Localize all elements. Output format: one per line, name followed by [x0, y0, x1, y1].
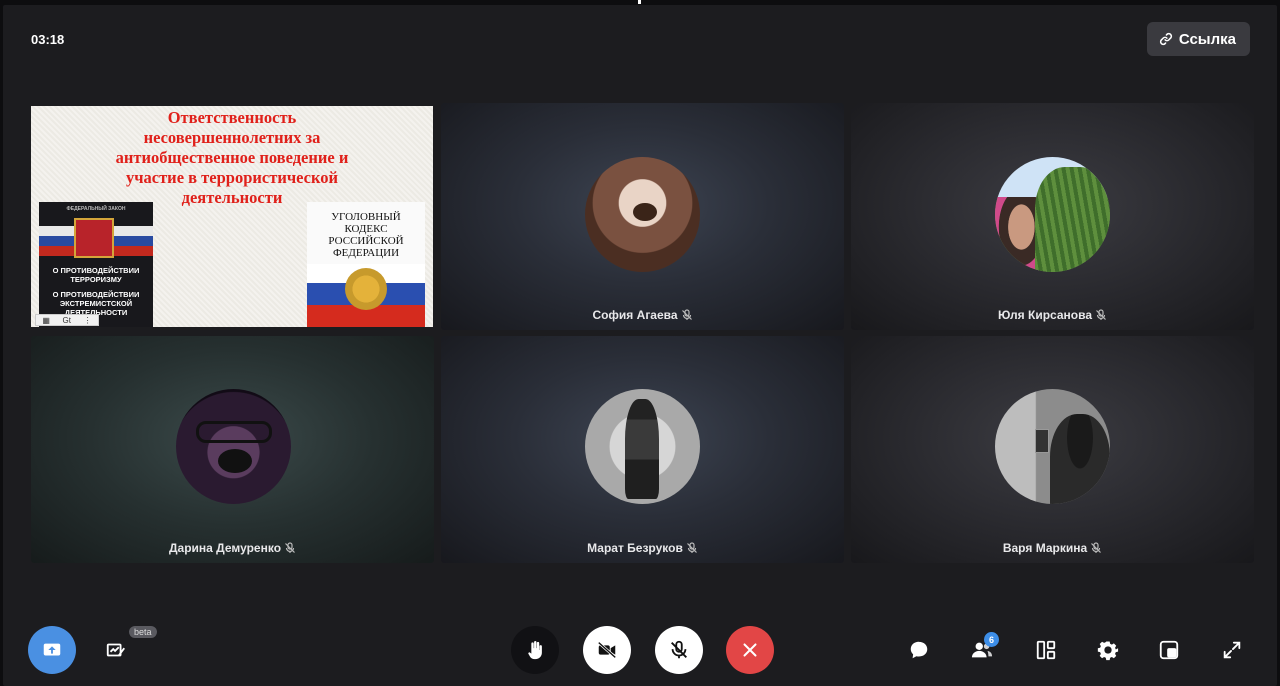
participant-tile[interactable]: Юля Кирсанова: [851, 103, 1254, 330]
book-text: РОССИЙСКОЙ: [328, 235, 404, 247]
participant-name: Юля Кирсанова: [851, 308, 1254, 322]
slide-title: Ответственность несовершеннолетних за ан…: [31, 108, 433, 208]
participant-name: Марат Безруков: [441, 541, 844, 555]
participant-tile[interactable]: Марат Безруков: [441, 336, 844, 563]
participant-name: Дарина Демуренко: [31, 541, 434, 555]
participant-tile[interactable]: Дарина Демуренко: [31, 336, 434, 563]
slide-mini-label: Gt: [62, 315, 71, 325]
participant-name-text: София Агаева: [592, 308, 678, 322]
more-icon[interactable]: ⋮: [84, 316, 92, 325]
layout-icon: [1036, 640, 1056, 660]
participant-name: Варя Маркина: [851, 541, 1254, 555]
raise-hand-button[interactable]: [511, 626, 559, 674]
avatar: [995, 389, 1110, 504]
slide-title-line: участие в террористической: [125, 168, 339, 187]
chat-icon: [910, 641, 928, 659]
muted-mic-icon: [686, 542, 697, 553]
share-screen-button[interactable]: [28, 626, 76, 674]
shared-screen-tile[interactable]: Ответственность несовершеннолетних за ан…: [31, 106, 433, 327]
avatar: [585, 389, 700, 504]
slide-mini-toolbar[interactable]: ▦ Gt ⋮: [35, 314, 99, 326]
avatar: [176, 389, 291, 504]
slide-title-line: антиобщественное поведение и: [115, 148, 349, 167]
chat-button[interactable]: [905, 636, 933, 664]
end-call-button[interactable]: [726, 626, 774, 674]
book-text: О ПРОТИВОДЕЙСТВИИ: [52, 290, 140, 299]
participant-tile[interactable]: Варя Маркина: [851, 336, 1254, 563]
layout-button[interactable]: [1032, 636, 1060, 664]
share-screen-icon: [43, 643, 61, 656]
raise-hand-icon: [528, 641, 542, 660]
criminal-code-title: УГОЛОВНЫЙ КОДЕКС РОССИЙСКОЙ ФЕДЕРАЦИИ: [307, 211, 425, 259]
camera-off-icon: [597, 641, 617, 659]
book-text: ФЕДЕРАЦИИ: [332, 247, 400, 259]
book-text: ТЕРРОРИЗМУ: [70, 275, 122, 284]
emblem-icon: [74, 218, 114, 258]
slide-title-line: несовершеннолетних за: [143, 128, 321, 147]
settings-button[interactable]: [1094, 636, 1122, 664]
fullscreen-icon: [1223, 641, 1241, 659]
participants-count-badge: 6: [984, 632, 999, 647]
fullscreen-button[interactable]: [1218, 636, 1246, 664]
copy-link-button[interactable]: Ссылка: [1146, 22, 1250, 56]
end-call-icon: [743, 643, 757, 657]
mic-off-icon: [671, 640, 687, 659]
slide-grid-icon[interactable]: ▦: [42, 316, 50, 325]
top-marker: [638, 0, 641, 4]
eagle-emblem-icon: [345, 268, 387, 310]
picture-in-picture-button[interactable]: [1155, 636, 1183, 664]
law-book-image: ФЕДЕРАЛЬНЫЙ ЗАКОН О ПРОТИВОДЕЙСТВИИ ТЕРР…: [39, 202, 153, 327]
muted-mic-icon: [681, 309, 692, 320]
book-text: ЭКСТРЕМИСТСКОЙ: [59, 299, 133, 308]
participant-name-text: Юля Кирсанова: [997, 308, 1093, 322]
participant-name-text: Марат Безруков: [587, 541, 683, 555]
book-text: О ПРОТИВОДЕЙСТВИИ: [52, 266, 140, 275]
slide-title-line: Ответственность: [167, 108, 297, 127]
camera-toggle-button[interactable]: [583, 626, 631, 674]
participant-name-text: Варя Маркина: [1002, 541, 1088, 555]
beta-badge: beta: [129, 626, 157, 638]
book-text: КОДЕКС: [344, 223, 388, 235]
copy-link-label: Ссылка: [1178, 30, 1236, 48]
link-icon: [1159, 32, 1172, 46]
avatar: [585, 157, 700, 272]
call-timer: 03:18: [31, 32, 65, 47]
whiteboard-icon: [106, 643, 125, 657]
participant-name-text: Дарина Демуренко: [168, 541, 282, 555]
criminal-code-image: УГОЛОВНЫЙ КОДЕКС РОССИЙСКОЙ ФЕДЕРАЦИИ: [307, 202, 425, 327]
muted-mic-icon: [285, 542, 295, 553]
settings-icon: [1097, 641, 1119, 661]
whiteboard-button[interactable]: [102, 636, 130, 664]
mic-toggle-button[interactable]: [655, 626, 703, 674]
participant-tile[interactable]: София Агаева: [441, 103, 844, 330]
muted-mic-icon: [1091, 542, 1102, 553]
participant-name: София Агаева: [441, 308, 844, 322]
book-text: УГОЛОВНЫЙ: [331, 211, 401, 223]
pip-icon: [1159, 640, 1179, 660]
avatar: [995, 157, 1110, 272]
book-text: ФЕДЕРАЛЬНЫЙ ЗАКОН: [66, 206, 126, 212]
muted-mic-icon: [1096, 309, 1106, 320]
